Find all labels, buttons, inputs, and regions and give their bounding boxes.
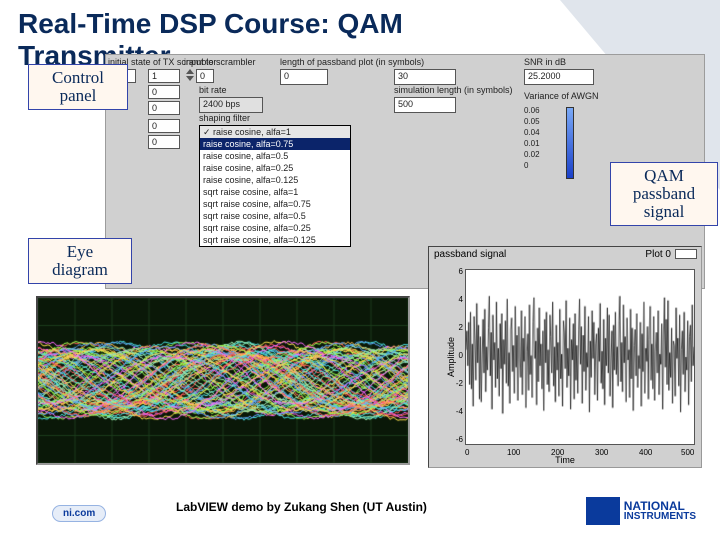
label-sim-length: simulation length (in symbols) bbox=[394, 85, 513, 95]
dropdown-selected-preview: ✓ raise cosine, alfa=1 bbox=[200, 126, 350, 138]
initial-state-cell-4[interactable]: 0 bbox=[148, 135, 180, 149]
dropdown-option[interactable]: raise cosine, alfa=0.25 bbox=[200, 162, 350, 174]
footer-credit: LabVIEW demo by Zukang Shen (UT Austin) bbox=[176, 500, 427, 514]
passband-canvas bbox=[466, 270, 694, 444]
xtick: 200 bbox=[551, 448, 564, 457]
xtick: 0 bbox=[465, 448, 469, 457]
dropdown-option[interactable]: sqrt raise cosine, alfa=0.5 bbox=[200, 210, 350, 222]
xtick: 100 bbox=[507, 448, 520, 457]
annotation-eye-diagram: Eyediagram bbox=[28, 238, 132, 284]
variance-value: 0.06 bbox=[524, 105, 540, 116]
variance-value: 0.01 bbox=[524, 138, 540, 149]
header-passband-length: length of passband plot (in symbols) bbox=[280, 57, 424, 67]
ytick: -2 bbox=[451, 379, 463, 388]
header-input-scrambler: input to scrambler bbox=[184, 57, 256, 67]
ytick: 2 bbox=[451, 323, 463, 332]
dropdown-option[interactable]: raise cosine, alfa=0.5 bbox=[200, 150, 350, 162]
initial-state-cell-2[interactable]: 0 bbox=[148, 101, 180, 115]
sim-length-value[interactable]: 500 bbox=[394, 97, 456, 113]
xtick: 500 bbox=[681, 448, 694, 457]
annotation-qam-passband: QAMpassbandsignal bbox=[610, 162, 718, 226]
variance-value: 0 bbox=[524, 160, 540, 171]
bit-rate-dropdown[interactable]: 2400 bps bbox=[199, 97, 263, 113]
initial-state-cell-1[interactable]: 0 bbox=[148, 85, 180, 99]
passband-plot-area bbox=[465, 269, 695, 445]
eye-diagram-canvas bbox=[38, 298, 408, 463]
eye-diagram-plot bbox=[36, 296, 410, 465]
title-line1: Real-Time DSP Course: QAM bbox=[18, 8, 403, 39]
label-bit-rate: bit rate bbox=[199, 85, 227, 95]
passband-length-value[interactable]: 30 bbox=[394, 69, 456, 85]
ytick: 0 bbox=[451, 351, 463, 360]
snr-value[interactable]: 25.2000 bbox=[524, 69, 594, 85]
variance-value: 0.04 bbox=[524, 127, 540, 138]
dropdown-option[interactable]: sqrt raise cosine, alfa=0.25 bbox=[200, 222, 350, 234]
header-snr: SNR in dB bbox=[524, 57, 566, 67]
ytick: -4 bbox=[451, 407, 463, 416]
passband-chart-panel: passband signal Plot 0 Amplitude Time 6 … bbox=[428, 246, 702, 468]
spinner-input-scrambler[interactable] bbox=[186, 69, 194, 83]
national-instruments-logo: NATIONAL INSTRUMENTS bbox=[586, 497, 696, 525]
dropdown-option[interactable]: sqrt raise cosine, alfa=0.75 bbox=[200, 198, 350, 210]
xtick: 400 bbox=[639, 448, 652, 457]
ni-eagle-icon bbox=[586, 497, 620, 525]
variance-value: 0.02 bbox=[524, 149, 540, 160]
input-scrambler-index[interactable]: 0 bbox=[196, 69, 214, 83]
logo-text-bottom: INSTRUMENTS bbox=[624, 512, 696, 522]
label-shaping-filter: shaping filter bbox=[199, 113, 250, 123]
annotation-control-panel: Controlpanel bbox=[28, 64, 128, 110]
ytick: 6 bbox=[451, 267, 463, 276]
initial-state-cell-0[interactable]: 1 bbox=[148, 69, 180, 83]
input-to-scrambler-value[interactable]: 0 bbox=[280, 69, 328, 85]
ni-com-badge: ni.com bbox=[52, 505, 106, 522]
xtick: 300 bbox=[595, 448, 608, 457]
initial-state-cell-3[interactable]: 0 bbox=[148, 119, 180, 133]
dropdown-option[interactable]: sqrt raise cosine, alfa=0.125 bbox=[200, 234, 350, 246]
variance-values: 0.06 0.05 0.04 0.01 0.02 0 bbox=[524, 105, 540, 171]
variance-value: 0.05 bbox=[524, 116, 540, 127]
passband-legend: Plot 0 bbox=[645, 249, 697, 260]
dropdown-option[interactable]: sqrt raise cosine, alfa=1 bbox=[200, 186, 350, 198]
ytick: 4 bbox=[451, 295, 463, 304]
variance-indicator[interactable] bbox=[566, 107, 574, 179]
dropdown-option[interactable]: raise cosine, alfa=0.125 bbox=[200, 174, 350, 186]
ytick: -6 bbox=[451, 435, 463, 444]
dropdown-option[interactable]: raise cosine, alfa=0.75 bbox=[200, 138, 350, 150]
shaping-filter-dropdown[interactable]: ✓ raise cosine, alfa=1 raise cosine, alf… bbox=[199, 125, 351, 247]
label-variance: Variance of AWGN bbox=[524, 91, 599, 101]
passband-chart-title: passband signal bbox=[434, 249, 506, 260]
